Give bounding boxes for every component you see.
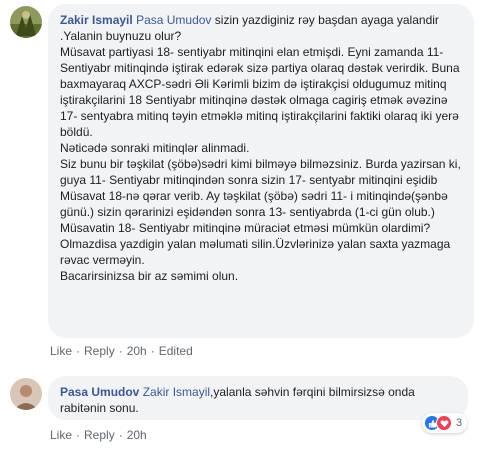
comment-text: sizin yazdiginiz rəy başdan ayaga yaland… <box>60 13 461 283</box>
avatar[interactable] <box>10 378 42 410</box>
comment-bubble: Zakir Ismayil Pasa Umudov sizin yazdigin… <box>48 4 474 338</box>
separator: · <box>118 344 123 358</box>
like-button[interactable]: Like <box>50 428 72 442</box>
reaction-summary[interactable]: 3 <box>422 413 468 433</box>
avatar-image-icon <box>10 378 42 410</box>
comment-actions: Like · Reply · 20h · Edited <box>50 344 193 358</box>
avatar-image-icon <box>10 6 42 38</box>
separator: · <box>76 428 81 442</box>
avatar[interactable] <box>10 6 42 38</box>
mention-link[interactable]: Pasa Umudov <box>136 13 211 27</box>
reply-button[interactable]: Reply <box>84 428 115 442</box>
timestamp[interactable]: 20h <box>127 344 147 358</box>
comment-bubble: Pasa Umudov Zakir Ismayil,yalanla səhvin… <box>48 376 468 420</box>
reaction-count: 3 <box>456 417 463 429</box>
comment-author[interactable]: Zakir Ismayil <box>60 13 133 27</box>
comment-body: Zakir Ismayil Pasa Umudov sizin yazdigin… <box>60 12 462 284</box>
comment-actions: Like · Reply · 20h <box>50 428 147 442</box>
love-icon <box>436 415 452 431</box>
timestamp[interactable]: 20h <box>127 428 147 442</box>
separator: · <box>118 428 123 442</box>
separator: · <box>76 344 81 358</box>
comment-body: Pasa Umudov Zakir Ismayil,yalanla səhvin… <box>60 384 456 416</box>
edited-label[interactable]: Edited <box>159 344 193 358</box>
reply-button[interactable]: Reply <box>84 344 115 358</box>
like-button[interactable]: Like <box>50 344 72 358</box>
separator: · <box>150 344 155 358</box>
mention-link[interactable]: Zakir Ismayil <box>143 385 210 399</box>
comment-author[interactable]: Pasa Umudov <box>60 385 139 399</box>
